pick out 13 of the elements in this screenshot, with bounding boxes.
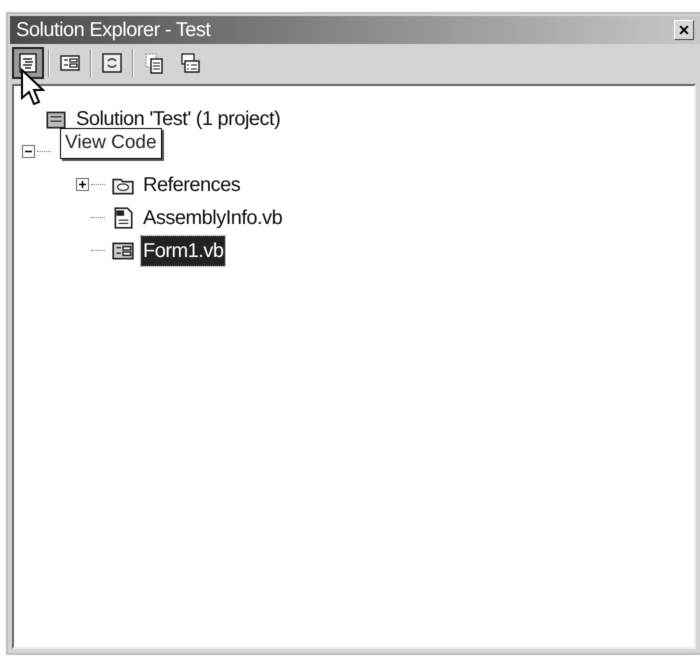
collapse-icon[interactable] (22, 145, 35, 158)
close-button[interactable]: × (674, 20, 694, 40)
tooltip: View Code (60, 128, 162, 158)
expand-icon[interactable] (76, 178, 89, 191)
toolbar-button[interactable] (12, 47, 44, 79)
tree-item[interactable]: AssemblyInfo.vb (141, 202, 284, 232)
view-code-icon (17, 52, 39, 74)
property-list-icon (179, 52, 201, 74)
documents-icon (143, 52, 165, 74)
tree-item[interactable]: References (141, 170, 242, 200)
tree-item[interactable]: Form1.vb (141, 236, 226, 266)
refresh-icon (101, 52, 123, 74)
window-title: Solution Explorer - Test (16, 18, 210, 43)
